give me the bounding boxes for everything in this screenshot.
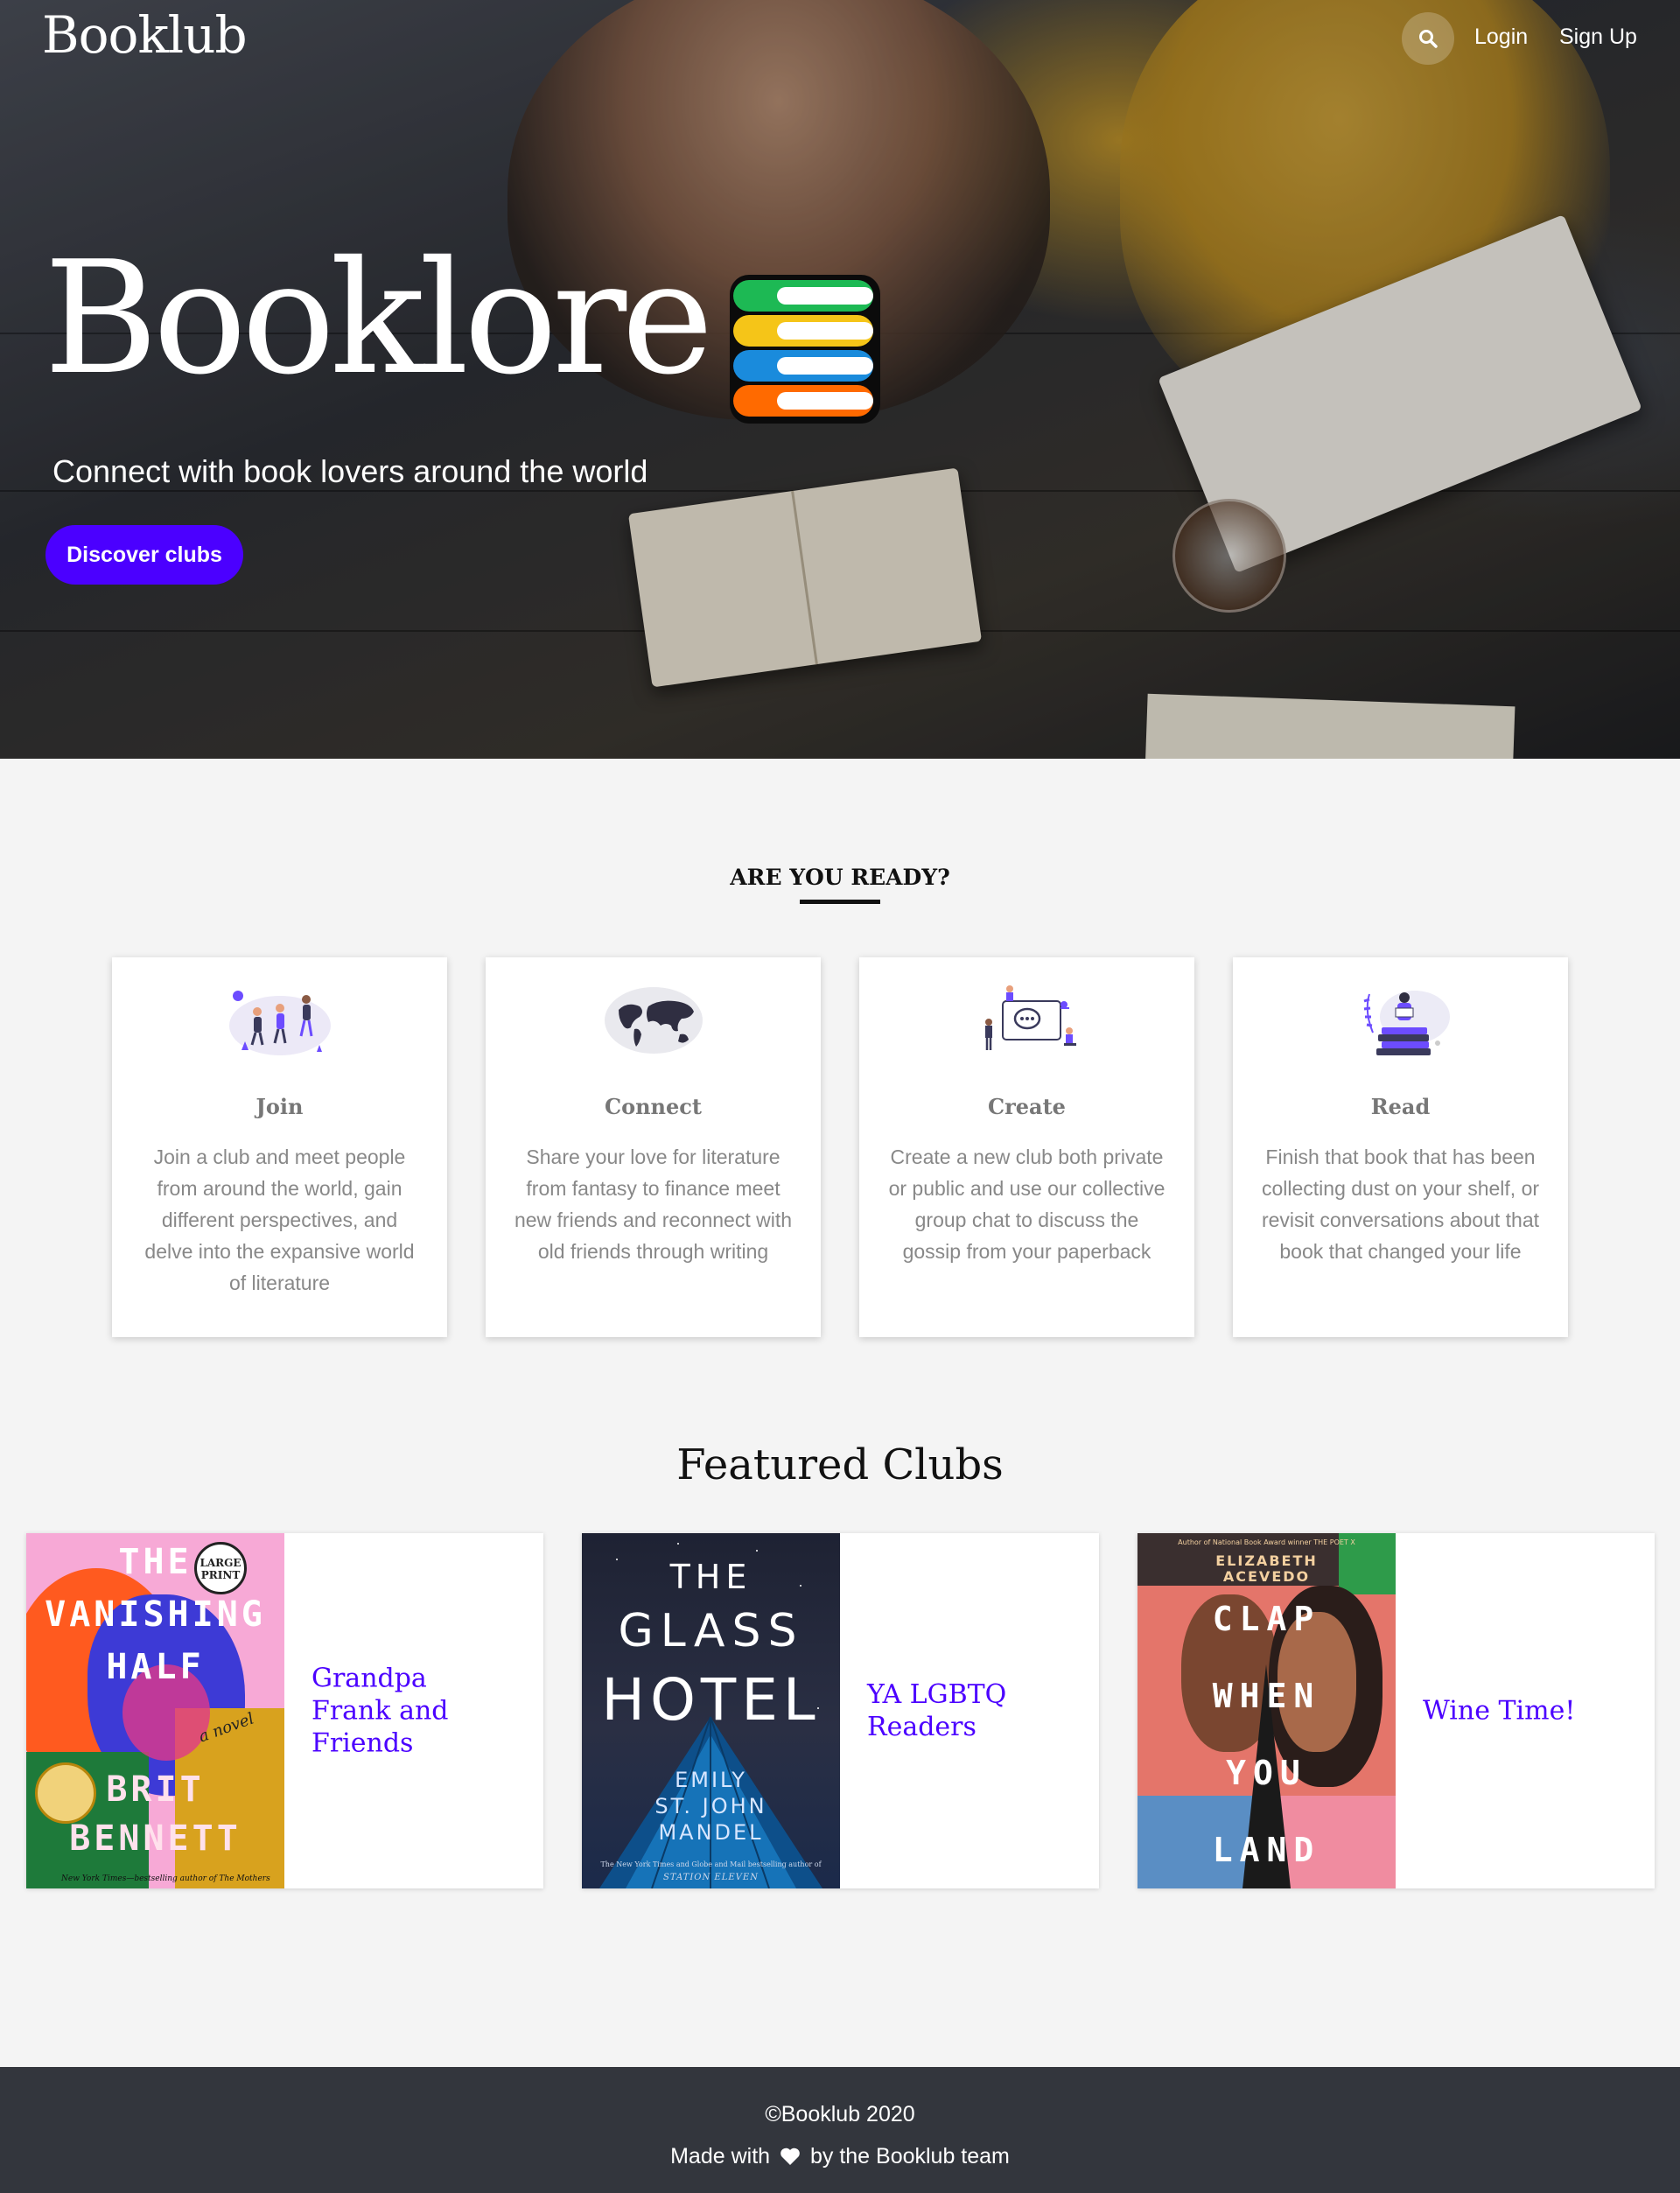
world-map-illustration [605,987,703,1054]
hero-section: Booklub Login Sign Up Booklore Connect w… [0,0,1680,759]
cover-title-line: THE [669,1558,752,1596]
discover-clubs-button[interactable]: Discover clubs [46,525,243,585]
card-title: Join [256,1094,304,1119]
cover-title-line: HALF [106,1647,205,1687]
book-cover-the-vanishing-half: THE VANISHING HALF LARGE PRINT a novel B… [26,1533,284,1888]
cover-tagline: New York Times—bestselling author of The… [61,1874,270,1883]
heart-icon [780,2147,800,2165]
book-stack-pages [777,392,873,410]
card-text: Create a new club both private or public… [888,1146,1166,1263]
reader-on-books-illustration [1363,991,1450,1055]
group-chat-illustration [985,985,1076,1050]
cover-tagline: The New York Times and Globe and Mail be… [600,1860,822,1868]
cover-top-note: Author of National Book Award winner THE… [1178,1538,1355,1546]
made-with-text: Made with [670,2144,771,2168]
feature-card-read: Read Finish that book that has been coll… [1233,957,1568,1337]
cover-author-line: BRIT [106,1769,205,1810]
site-footer: ©Booklub 2020 Made with by the Booklub t… [0,2067,1680,2193]
feature-card-connect: Connect Share your love for literature f… [486,957,821,1337]
cover-title-line: YOU [1226,1754,1307,1792]
cover-title-line: WHEN [1212,1677,1321,1715]
book-stack-icon [730,275,880,424]
signup-link[interactable]: Sign Up [1559,25,1637,50]
search-button[interactable] [1402,12,1454,65]
club-card-ya-lgbtq[interactable]: THE GLASS HOTEL EMILY ST. JOHN MANDEL Th… [582,1533,1099,1888]
footer-copyright: ©Booklub 2020 [765,2102,915,2126]
club-name[interactable]: Grandpa Frank and Friends [312,1663,508,1760]
card-title: Read [1370,1094,1431,1119]
hero-title: Booklore [44,228,714,409]
cover-author-line: ACEVEDO [1222,1568,1311,1585]
site-logo[interactable]: Booklub [42,5,248,65]
made-by-text: by the Booklub team [809,2144,1010,2168]
cover-title-line: HOTEL [601,1666,821,1734]
book-stack-pages [777,287,873,305]
card-title: Create [988,1094,1066,1119]
cover-title-line: CLAP [1212,1600,1321,1638]
cover-author-line: EMILY [675,1768,747,1792]
card-title: Connect [605,1094,702,1119]
club-card-wine-time[interactable]: Author of National Book Award winner THE… [1138,1533,1655,1888]
card-text: Share your love for literature from fant… [514,1146,793,1263]
cover-author-line: MANDEL [658,1820,764,1845]
cover-author-line: ST. JOHN [654,1794,767,1818]
search-icon [1419,30,1438,48]
book-stack-pages [777,357,873,375]
login-link[interactable]: Login [1474,25,1528,50]
book-stack-pages [777,322,873,340]
footer-made-with: Made with by the Booklub team [0,2144,1680,2169]
badge-line: LARGE [200,1557,242,1569]
section-title-ready: ARE YOU READY? [730,865,950,890]
feature-card-create: Create Create a new club both private or… [859,957,1194,1337]
large-print-badge: LARGE PRINT [194,1542,247,1594]
book-cover-the-glass-hotel: THE GLASS HOTEL EMILY ST. JOHN MANDEL Th… [582,1533,840,1888]
people-jumping-illustration [229,991,331,1055]
club-card-grandpa-frank[interactable]: THE VANISHING HALF LARGE PRINT a novel B… [26,1533,543,1888]
hero-subtitle: Connect with book lovers around the worl… [52,453,648,489]
title-underline [800,900,880,904]
club-name[interactable]: Wine Time! [1423,1695,1620,1727]
cover-author-line: ELIZABETH [1215,1552,1318,1569]
cover-title-line: VANISHING [45,1594,266,1635]
card-text: Finish that book that has been collectin… [1261,1146,1540,1263]
book-cover-clap-when-you-land: Author of National Book Award winner THE… [1138,1533,1396,1888]
cover-title-line: GLASS [618,1605,804,1657]
club-name[interactable]: YA LGBTQ Readers [867,1678,1064,1743]
cover-title-line: LAND [1212,1831,1321,1869]
card-text: Join a club and meet people from around … [144,1146,415,1294]
featured-clubs-title: Featured Clubs [676,1440,1004,1489]
cover-author-line: BENNETT [69,1818,242,1859]
cover-subtag: STATION ELEVEN [663,1873,759,1882]
feature-card-join: Join Join a club and meet people from ar… [112,957,447,1337]
badge-line: PRINT [200,1569,241,1581]
